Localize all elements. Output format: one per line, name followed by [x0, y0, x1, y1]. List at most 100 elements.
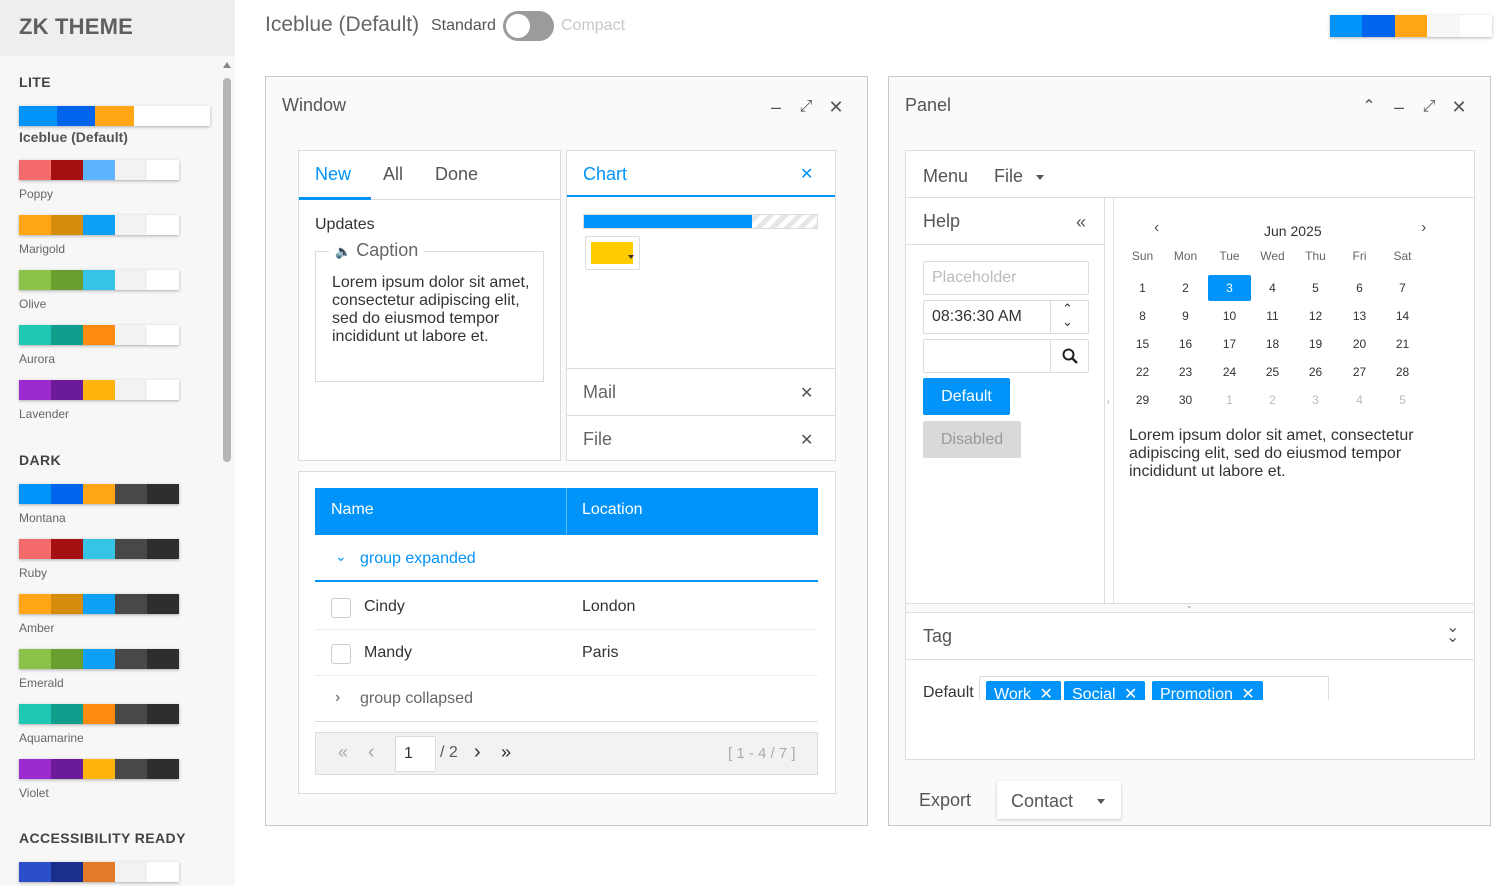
mail-close-icon[interactable]: ✕ [800, 383, 813, 403]
calendar-day[interactable]: 2 [1164, 275, 1207, 301]
column-name[interactable]: Name [331, 501, 374, 519]
collapse-left-icon[interactable]: « [1076, 212, 1086, 233]
disabled-button[interactable]: Disabled [923, 421, 1021, 458]
calendar-day[interactable]: 4 [1251, 275, 1294, 301]
calendar-day[interactable]: 20 [1338, 331, 1381, 357]
horizontal-splitter[interactable]: ⌄ [906, 601, 1474, 613]
theme-option[interactable]: Marigold [19, 215, 219, 256]
minimize-icon[interactable]: – [766, 97, 786, 117]
close-icon[interactable]: ✕ [1449, 97, 1469, 117]
calendar-day[interactable]: 25 [1251, 359, 1294, 385]
theme-option[interactable]: Iceblue (Default) [19, 106, 219, 145]
tab-all[interactable]: All [383, 164, 403, 185]
theme-option[interactable]: Olive [19, 270, 219, 311]
search-icon[interactable] [1062, 348, 1078, 364]
default-button[interactable]: Default [923, 378, 1010, 415]
sidebar-scrollbar[interactable] [222, 60, 232, 886]
tab-done[interactable]: Done [435, 164, 478, 185]
calendar-day[interactable]: 23 [1164, 359, 1207, 385]
maximize-icon[interactable]: ⤢ [1419, 97, 1439, 117]
calendar-day[interactable]: 28 [1381, 359, 1424, 385]
group-row-expanded[interactable]: ⌄ group expanded [315, 535, 818, 582]
export-button[interactable]: Export [919, 790, 971, 811]
column-location[interactable]: Location [582, 501, 643, 519]
theme-option[interactable]: Emerald [19, 649, 219, 690]
theme-option[interactable]: Lavender [19, 380, 219, 421]
row-checkbox[interactable] [331, 598, 351, 618]
calendar-day[interactable]: 5 [1294, 275, 1337, 301]
calendar-day[interactable]: 26 [1294, 359, 1337, 385]
prev-page-icon[interactable]: ‹ [368, 741, 375, 764]
chart-panel-title[interactable]: Chart [583, 164, 627, 185]
chevron-right-icon[interactable]: › [335, 689, 340, 707]
calendar-day[interactable]: 8 [1121, 303, 1164, 329]
collapse-up-icon[interactable]: ⌃ [1359, 97, 1379, 117]
contact-combobutton[interactable]: Contact [997, 781, 1121, 819]
theme-option[interactable]: Aurora [19, 325, 219, 366]
calendar-day[interactable]: 21 [1381, 331, 1424, 357]
calendar-day[interactable]: 13 [1338, 303, 1381, 329]
theme-option[interactable]: Amber [19, 594, 219, 635]
table-row[interactable]: Cindy London [315, 583, 818, 630]
calendar-day[interactable]: 1 [1121, 275, 1164, 301]
tab-new[interactable]: New [315, 164, 351, 185]
calendar-day[interactable]: 14 [1381, 303, 1424, 329]
calendar-day[interactable]: 22 [1121, 359, 1164, 385]
calendar-day[interactable]: 17 [1208, 331, 1251, 357]
density-toggle[interactable] [503, 11, 554, 41]
next-page-icon[interactable]: › [474, 741, 481, 764]
page-input[interactable]: 1 [395, 736, 436, 772]
current-theme-swatch[interactable] [1330, 15, 1493, 37]
table-row[interactable]: Mandy Paris [315, 630, 818, 676]
theme-option[interactable] [19, 862, 219, 882]
mail-panel-title[interactable]: Mail [583, 382, 616, 403]
row-checkbox[interactable] [331, 644, 351, 664]
theme-option[interactable]: Montana [19, 484, 219, 525]
calendar-day[interactable]: 6 [1338, 275, 1381, 301]
chart-close-icon[interactable]: ✕ [800, 164, 813, 184]
splitter-down-icon[interactable]: ⌄ [1186, 601, 1193, 610]
theme-option[interactable]: Poppy [19, 160, 219, 201]
caret-down-icon[interactable] [1097, 799, 1105, 804]
timebox[interactable]: 08:36:30 AM ⌃ ⌄ [923, 300, 1089, 334]
menu-item-file[interactable]: File [994, 166, 1045, 187]
file-close-icon[interactable]: ✕ [800, 430, 813, 450]
calendar-day[interactable]: 24 [1208, 359, 1251, 385]
calendar-day[interactable]: 12 [1294, 303, 1337, 329]
calendar-day[interactable]: 2 [1251, 387, 1294, 413]
splitter-handle-icon[interactable]: ‹ [1107, 397, 1110, 406]
calendar-day[interactable]: 27 [1338, 359, 1381, 385]
theme-option[interactable]: Violet [19, 759, 219, 800]
colorbox[interactable] [585, 236, 640, 270]
calendar-day[interactable]: 15 [1121, 331, 1164, 357]
calendar-day[interactable]: 19 [1294, 331, 1337, 357]
placeholder-input[interactable]: Placeholder [923, 261, 1089, 295]
calendar-next-icon[interactable]: › [1421, 219, 1426, 237]
calendar-day[interactable]: 1 [1208, 387, 1251, 413]
calendar-title[interactable]: Jun 2025 [1264, 223, 1322, 239]
calendar-day[interactable]: 4 [1338, 387, 1381, 413]
calendar-day[interactable]: 30 [1164, 387, 1207, 413]
calendar-day[interactable]: 10 [1208, 303, 1251, 329]
calendar-day[interactable]: 7 [1381, 275, 1424, 301]
maximize-icon[interactable]: ⤢ [796, 97, 816, 117]
search-bandbox[interactable] [923, 339, 1089, 373]
calendar-day[interactable]: 18 [1251, 331, 1294, 357]
scrollbar-thumb[interactable] [223, 78, 231, 462]
spin-down-icon[interactable]: ⌄ [1062, 314, 1073, 330]
theme-option[interactable]: Ruby [19, 539, 219, 580]
calendar-day[interactable]: 9 [1164, 303, 1207, 329]
calendar-day[interactable]: 16 [1164, 331, 1207, 357]
close-icon[interactable]: ✕ [826, 97, 846, 117]
file-panel-title[interactable]: File [583, 429, 612, 450]
chevron-down-icon[interactable]: ⌄ [335, 548, 347, 565]
group-row-collapsed[interactable]: › group collapsed [315, 676, 818, 722]
calendar-day[interactable]: 29 [1121, 387, 1164, 413]
calendar-prev-icon[interactable]: ‹ [1154, 219, 1159, 237]
scroll-up-icon[interactable] [223, 62, 231, 68]
calendar-day[interactable]: 11 [1251, 303, 1294, 329]
first-page-icon[interactable]: « [338, 742, 348, 763]
calendar-day[interactable]: 3 [1294, 387, 1337, 413]
menu-item-menu[interactable]: Menu [923, 166, 968, 187]
calendar-day[interactable]: 3 [1208, 275, 1251, 301]
